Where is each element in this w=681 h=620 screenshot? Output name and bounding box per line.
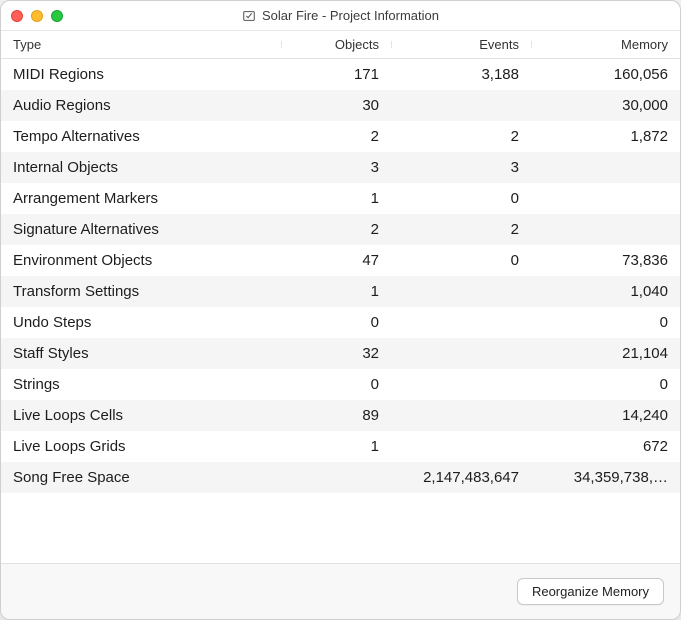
cell-objects: 1	[281, 438, 391, 455]
cell-events: 0	[391, 190, 531, 207]
cell-objects: 0	[281, 314, 391, 331]
cell-type: Live Loops Cells	[1, 407, 281, 424]
cell-objects: 30	[281, 97, 391, 114]
table-header: Type Objects Events Memory	[1, 31, 680, 59]
table-row[interactable]: Strings00	[1, 369, 680, 400]
column-header-objects[interactable]: Objects	[281, 37, 391, 52]
table-row[interactable]: Live Loops Grids1 672	[1, 431, 680, 462]
cell-memory: 0	[531, 376, 680, 393]
cell-type: Audio Regions	[1, 97, 281, 114]
window-title: Solar Fire - Project Information	[1, 8, 680, 23]
zoom-window-button[interactable]	[51, 10, 63, 22]
cell-type: Strings	[1, 376, 281, 393]
table-row[interactable]: Signature Alternatives22	[1, 214, 680, 245]
table-row[interactable]: Audio Regions30 30,000	[1, 90, 680, 121]
cell-objects: 171	[281, 66, 391, 83]
cell-memory: 21,104	[531, 345, 680, 362]
traffic-lights	[11, 10, 63, 22]
cell-events: 3	[391, 159, 531, 176]
cell-memory: 0	[531, 314, 680, 331]
cell-type: Environment Objects	[1, 252, 281, 269]
cell-type: Arrangement Markers	[1, 190, 281, 207]
cell-memory: 73,836	[531, 252, 680, 269]
cell-type: Internal Objects	[1, 159, 281, 176]
cell-type: Signature Alternatives	[1, 221, 281, 238]
cell-type: Transform Settings	[1, 283, 281, 300]
reorganize-memory-button[interactable]: Reorganize Memory	[517, 578, 664, 605]
table-row[interactable]: Internal Objects33	[1, 152, 680, 183]
cell-events: 0	[391, 252, 531, 269]
cell-events: 3,188	[391, 66, 531, 83]
table-row[interactable]: Staff Styles32 21,104	[1, 338, 680, 369]
minimize-window-button[interactable]	[31, 10, 43, 22]
footer: Reorganize Memory	[1, 563, 680, 619]
cell-memory: 34,359,738,…	[531, 469, 680, 486]
cell-memory: 672	[531, 438, 680, 455]
cell-type: Live Loops Grids	[1, 438, 281, 455]
table-row[interactable]: Song Free Space 2,147,483,64734,359,738,…	[1, 462, 680, 493]
table-row[interactable]: Environment Objects47073,836	[1, 245, 680, 276]
table-body: MIDI Regions1713,188160,056Audio Regions…	[1, 59, 680, 563]
cell-type: Staff Styles	[1, 345, 281, 362]
cell-type: MIDI Regions	[1, 66, 281, 83]
column-header-type[interactable]: Type	[1, 37, 281, 52]
cell-objects: 32	[281, 345, 391, 362]
cell-objects: 89	[281, 407, 391, 424]
cell-objects: 2	[281, 128, 391, 145]
column-header-events[interactable]: Events	[391, 37, 531, 52]
cell-events: 2	[391, 221, 531, 238]
cell-type: Tempo Alternatives	[1, 128, 281, 145]
cell-memory: 160,056	[531, 66, 680, 83]
cell-objects: 3	[281, 159, 391, 176]
cell-type: Undo Steps	[1, 314, 281, 331]
cell-memory: 14,240	[531, 407, 680, 424]
table-row[interactable]: Arrangement Markers10	[1, 183, 680, 214]
column-header-memory[interactable]: Memory	[531, 37, 680, 52]
cell-type: Song Free Space	[1, 469, 281, 486]
table-row[interactable]: Live Loops Cells89 14,240	[1, 400, 680, 431]
table-row[interactable]: Undo Steps00	[1, 307, 680, 338]
table-row[interactable]: MIDI Regions1713,188160,056	[1, 59, 680, 90]
project-info-table: Type Objects Events Memory MIDI Regions1…	[1, 31, 680, 563]
cell-objects: 2	[281, 221, 391, 238]
table-row[interactable]: Tempo Alternatives221,872	[1, 121, 680, 152]
close-window-button[interactable]	[11, 10, 23, 22]
app-icon	[242, 9, 256, 23]
project-info-window: Solar Fire - Project Information Type Ob…	[0, 0, 681, 620]
cell-objects: 47	[281, 252, 391, 269]
cell-events: 2	[391, 128, 531, 145]
cell-objects: 0	[281, 376, 391, 393]
titlebar: Solar Fire - Project Information	[1, 1, 680, 31]
cell-objects: 1	[281, 283, 391, 300]
cell-objects: 1	[281, 190, 391, 207]
cell-memory: 30,000	[531, 97, 680, 114]
table-row[interactable]: Transform Settings1 1,040	[1, 276, 680, 307]
cell-memory: 1,872	[531, 128, 680, 145]
window-title-text: Solar Fire - Project Information	[262, 8, 439, 23]
cell-memory: 1,040	[531, 283, 680, 300]
cell-events: 2,147,483,647	[391, 469, 531, 486]
